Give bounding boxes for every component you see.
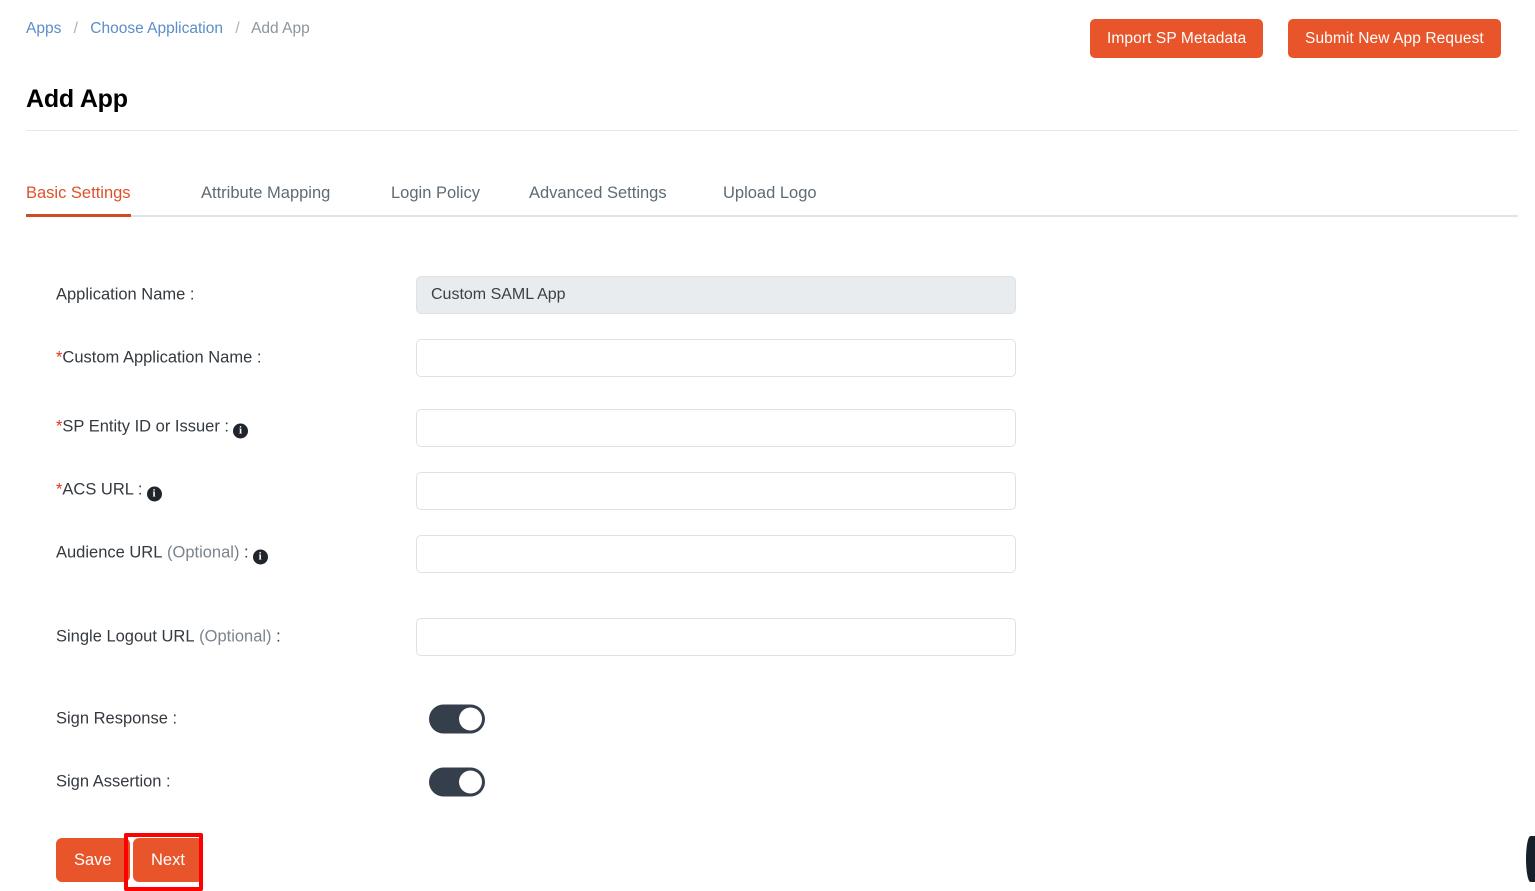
label-sp-entity-id: *SP Entity ID or Issuer :i [56, 417, 249, 439]
field-row-acs-url: *ACS URL :i [0, 472, 1100, 510]
sp-entity-id-input[interactable] [416, 409, 1016, 447]
tab-upload-logo[interactable]: Upload Logo [723, 184, 817, 217]
breadcrumb: Apps / Choose Application / Add App [26, 19, 310, 39]
acs-url-input[interactable] [416, 472, 1016, 510]
optional-marker: (Optional) [199, 627, 272, 646]
label-single-logout-url: Single Logout URL (Optional) : [56, 628, 281, 647]
tab-attribute-mapping[interactable]: Attribute Mapping [201, 184, 330, 217]
page-title: Add App [26, 84, 128, 113]
custom-application-name-input[interactable] [416, 339, 1016, 377]
breadcrumb-separator: / [235, 20, 240, 37]
info-icon[interactable]: i [233, 423, 249, 439]
page-edge-artifact [1526, 836, 1535, 882]
label-custom-application-name: *Custom Application Name : [56, 349, 261, 368]
sign-assertion-toggle[interactable] [429, 767, 485, 797]
field-row-sign-assertion: Sign Assertion : [0, 763, 1100, 801]
form-footer-actions: Save Next [0, 838, 1535, 887]
breadcrumb-item-apps[interactable]: Apps [26, 20, 61, 37]
sign-response-toggle[interactable] [429, 704, 485, 734]
field-row-application-name: Application Name : [0, 276, 1100, 314]
field-row-audience-url: Audience URL (Optional) :i [0, 535, 1100, 573]
tab-login-policy[interactable]: Login Policy [391, 184, 480, 217]
label-text: Audience URL [56, 543, 163, 562]
label-sign-assertion: Sign Assertion : [56, 772, 171, 791]
field-row-sp-entity-id: *SP Entity ID or Issuer :i [0, 409, 1100, 447]
field-row-custom-application-name: *Custom Application Name : [0, 339, 1100, 377]
label-sign-response: Sign Response : [56, 709, 178, 728]
breadcrumb-item-choose-application[interactable]: Choose Application [90, 20, 223, 37]
header-divider [26, 130, 1518, 131]
tab-advanced-settings[interactable]: Advanced Settings [529, 184, 667, 217]
label-colon: : [244, 543, 249, 562]
info-icon[interactable]: i [146, 486, 162, 502]
submit-new-app-request-button[interactable]: Submit New App Request [1288, 19, 1501, 58]
toggle-knob [459, 707, 482, 731]
application-name-input [416, 276, 1016, 314]
info-icon[interactable]: i [252, 549, 268, 565]
next-button[interactable]: Next [133, 838, 203, 882]
label-text: SP Entity ID or Issuer : [62, 417, 230, 436]
tab-basic-settings[interactable]: Basic Settings [26, 184, 131, 217]
label-acs-url: *ACS URL :i [56, 481, 162, 502]
label-application-name: Application Name : [56, 286, 195, 305]
label-text: Single Logout URL [56, 627, 195, 646]
field-row-single-logout-url: Single Logout URL (Optional) : [0, 618, 1100, 656]
label-audience-url: Audience URL (Optional) :i [56, 544, 268, 565]
breadcrumb-separator: / [73, 20, 78, 37]
label-text: Application Name : [56, 285, 195, 304]
import-sp-metadata-button[interactable]: Import SP Metadata [1090, 19, 1264, 58]
optional-marker: (Optional) [167, 543, 240, 562]
breadcrumb-item-add-app: Add App [251, 20, 310, 37]
field-row-sign-response: Sign Response : [0, 700, 1100, 738]
label-text: ACS URL : [62, 480, 143, 499]
tab-bar: Basic Settings Attribute Mapping Login P… [26, 172, 1518, 217]
toggle-knob [459, 770, 482, 794]
label-text: Custom Application Name : [62, 348, 262, 367]
single-logout-url-input[interactable] [416, 618, 1016, 656]
save-button[interactable]: Save [56, 838, 130, 882]
label-colon: : [276, 627, 281, 646]
audience-url-input[interactable] [416, 535, 1016, 573]
